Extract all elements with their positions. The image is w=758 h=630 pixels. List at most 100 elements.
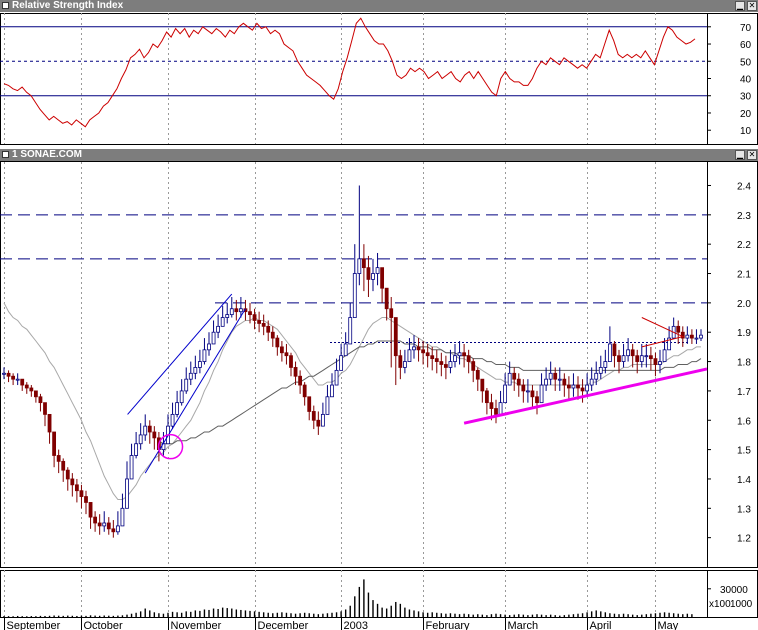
candle-body xyxy=(138,434,143,445)
candle-body xyxy=(580,387,585,392)
candle-body xyxy=(566,384,571,389)
candle-body xyxy=(594,372,599,380)
candle-body xyxy=(307,396,312,412)
candle-body xyxy=(548,372,553,380)
candle-body xyxy=(357,258,362,274)
candle-body xyxy=(475,369,480,380)
rsi-tick-label: 40 xyxy=(740,75,752,86)
x-tick-label: November xyxy=(171,620,222,630)
candle-body xyxy=(284,352,289,357)
x-tick-label: 2003 xyxy=(344,620,368,630)
candle-body xyxy=(134,443,139,456)
rsi-line xyxy=(3,17,696,128)
panel-frame xyxy=(0,570,758,618)
rsi-tick-label: 50 xyxy=(740,57,752,68)
candle-body xyxy=(52,431,57,456)
volume-tick-label: 1000 xyxy=(730,599,753,610)
candle-body xyxy=(535,396,539,404)
candle-body xyxy=(658,361,662,365)
candle-body xyxy=(38,396,43,404)
price-tick-label: 2.0 xyxy=(737,299,751,310)
channel-upper-trendline xyxy=(127,293,233,415)
candle-body xyxy=(512,372,517,380)
candle-body xyxy=(188,372,193,380)
candle-body xyxy=(266,325,271,333)
rsi-tick-label: 70 xyxy=(740,23,752,34)
candle-body xyxy=(275,337,280,348)
price-tick-label: 1.3 xyxy=(737,504,751,515)
rsi-tick-label: 10 xyxy=(740,126,752,137)
candle-body xyxy=(489,402,494,409)
candle-body xyxy=(65,469,70,480)
candle-body xyxy=(298,375,303,386)
candle-body xyxy=(544,378,549,386)
candle-body xyxy=(457,352,462,357)
price-tick-label: 2.4 xyxy=(737,181,751,192)
candle-body xyxy=(398,355,403,368)
candle-body xyxy=(279,346,284,354)
candle-body xyxy=(248,311,252,316)
candle-body xyxy=(257,320,262,324)
candle-body xyxy=(270,331,275,339)
price-tick-label: 2.1 xyxy=(737,270,751,281)
candle-body xyxy=(448,361,453,368)
price-tick-label: 1.7 xyxy=(737,387,751,398)
candle-body xyxy=(699,334,703,339)
volume-scale-label: x100 xyxy=(709,599,731,610)
rsi-tick-label: 30 xyxy=(740,92,752,103)
candle-body xyxy=(229,308,234,316)
candle-body xyxy=(648,355,653,360)
x-tick-label: September xyxy=(7,620,61,630)
candle-body xyxy=(15,378,20,381)
candle-body xyxy=(170,413,175,427)
candle-body xyxy=(115,525,120,533)
candle-body xyxy=(635,355,640,362)
ma-fast-line xyxy=(3,302,701,500)
candle-body xyxy=(576,384,580,389)
candle-body xyxy=(252,314,257,321)
candle-body xyxy=(371,273,375,280)
candle-body xyxy=(29,387,34,392)
price-tick-label: 1.4 xyxy=(737,475,751,486)
axes-layer: September October November December 2003 Febr… xyxy=(4,23,753,630)
candle-body xyxy=(289,355,293,368)
candle-body xyxy=(571,384,576,389)
candle-body xyxy=(125,478,129,509)
candle-body xyxy=(539,384,544,404)
candle-body xyxy=(293,367,298,377)
candle-body xyxy=(462,352,467,357)
candle-body xyxy=(143,425,148,436)
candle-body xyxy=(33,390,38,398)
candle-body xyxy=(352,273,357,318)
volume-tick-label: 30000 xyxy=(720,585,748,596)
candle-body xyxy=(694,337,699,340)
candle-body xyxy=(93,516,98,524)
candle-body xyxy=(84,496,88,503)
x-tick-label: March xyxy=(508,620,539,630)
candle-body xyxy=(11,375,16,380)
candle-body xyxy=(589,378,594,386)
candle-body xyxy=(617,355,621,362)
candle-body xyxy=(207,343,211,351)
price-tick-label: 1.9 xyxy=(737,328,751,339)
candle-body xyxy=(193,367,198,374)
candle-body xyxy=(106,522,111,530)
candle-body xyxy=(334,369,339,386)
candle-body xyxy=(639,355,644,362)
candle-body xyxy=(6,372,11,377)
candle-body xyxy=(220,317,225,327)
candle-body xyxy=(311,411,316,421)
candle-body xyxy=(339,355,344,371)
annotations-layer xyxy=(127,293,708,474)
candle-body xyxy=(443,364,448,368)
price-tick-label: 2.3 xyxy=(737,211,751,222)
candle-body xyxy=(20,378,25,386)
candle-body xyxy=(24,384,29,389)
candle-body xyxy=(507,372,512,386)
candle-body xyxy=(238,308,243,313)
candle-body xyxy=(79,490,84,497)
candle-body xyxy=(562,378,567,386)
candle-body xyxy=(97,522,102,527)
candle-body xyxy=(375,267,380,274)
candle-body xyxy=(498,402,503,415)
